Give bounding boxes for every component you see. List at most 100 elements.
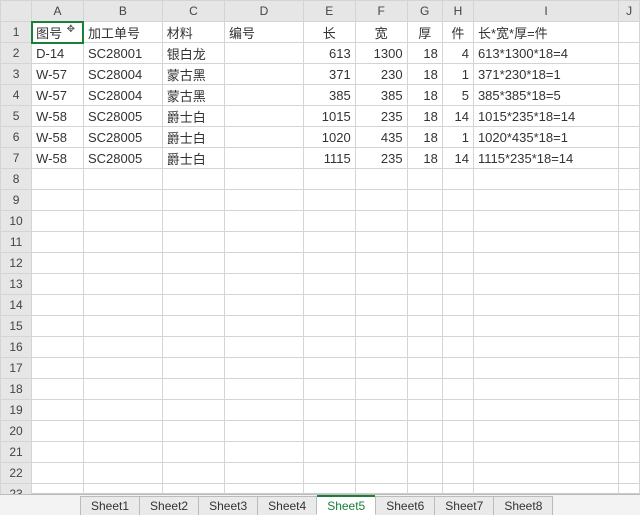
- cell-A13[interactable]: [32, 274, 84, 295]
- cell-B13[interactable]: [83, 274, 162, 295]
- sheet-tab-strip[interactable]: Sheet1Sheet2Sheet3Sheet4Sheet5Sheet6Shee…: [0, 494, 640, 515]
- cell-J7[interactable]: [619, 148, 640, 169]
- row-header-10[interactable]: 10: [1, 211, 32, 232]
- column-header-G[interactable]: G: [407, 1, 442, 22]
- row-header-4[interactable]: 4: [1, 85, 32, 106]
- cell-J1[interactable]: [619, 22, 640, 43]
- cell-E20[interactable]: [303, 421, 355, 442]
- row-header-16[interactable]: 16: [1, 337, 32, 358]
- cell-H11[interactable]: [442, 232, 473, 253]
- cell-I21[interactable]: [473, 442, 618, 463]
- cell-F14[interactable]: [355, 295, 407, 316]
- grid-body[interactable]: 1图号✥加工单号材料编号长宽厚件长*宽*厚=件2D-14SC28001银白龙61…: [1, 22, 640, 505]
- cell-F6[interactable]: 435: [355, 127, 407, 148]
- cell-F9[interactable]: [355, 190, 407, 211]
- cell-F17[interactable]: [355, 358, 407, 379]
- cell-C8[interactable]: [162, 169, 224, 190]
- cell-D7[interactable]: [225, 148, 304, 169]
- cell-A14[interactable]: [32, 295, 84, 316]
- cell-G19[interactable]: [407, 400, 442, 421]
- column-header-B[interactable]: B: [83, 1, 162, 22]
- cell-J9[interactable]: [619, 190, 640, 211]
- cell-C3[interactable]: 蒙古黑: [162, 64, 224, 85]
- cell-D22[interactable]: [225, 463, 304, 484]
- cell-B14[interactable]: [83, 295, 162, 316]
- cell-G11[interactable]: [407, 232, 442, 253]
- cell-I19[interactable]: [473, 400, 618, 421]
- sheet-tab-sheet3[interactable]: Sheet3: [198, 496, 258, 515]
- cell-I20[interactable]: [473, 421, 618, 442]
- cell-E22[interactable]: [303, 463, 355, 484]
- cell-C18[interactable]: [162, 379, 224, 400]
- cell-A22[interactable]: [32, 463, 84, 484]
- cell-A19[interactable]: [32, 400, 84, 421]
- cell-C22[interactable]: [162, 463, 224, 484]
- row-header-2[interactable]: 2: [1, 43, 32, 64]
- cell-I12[interactable]: [473, 253, 618, 274]
- cell-C9[interactable]: [162, 190, 224, 211]
- cell-E16[interactable]: [303, 337, 355, 358]
- cell-C4[interactable]: 蒙古黑: [162, 85, 224, 106]
- cell-I5[interactable]: 1015*235*18=14: [473, 106, 618, 127]
- cell-I10[interactable]: [473, 211, 618, 232]
- cell-C11[interactable]: [162, 232, 224, 253]
- cell-E10[interactable]: [303, 211, 355, 232]
- cell-H9[interactable]: [442, 190, 473, 211]
- cell-C13[interactable]: [162, 274, 224, 295]
- cell-A9[interactable]: [32, 190, 84, 211]
- cell-D19[interactable]: [225, 400, 304, 421]
- cell-G17[interactable]: [407, 358, 442, 379]
- cell-H15[interactable]: [442, 316, 473, 337]
- cell-F18[interactable]: [355, 379, 407, 400]
- cell-F4[interactable]: 385: [355, 85, 407, 106]
- cell-C19[interactable]: [162, 400, 224, 421]
- cell-B5[interactable]: SC28005: [83, 106, 162, 127]
- cell-G7[interactable]: 18: [407, 148, 442, 169]
- cell-G20[interactable]: [407, 421, 442, 442]
- cell-J4[interactable]: [619, 85, 640, 106]
- cell-B8[interactable]: [83, 169, 162, 190]
- cell-I14[interactable]: [473, 295, 618, 316]
- cell-I15[interactable]: [473, 316, 618, 337]
- column-header-H[interactable]: H: [442, 1, 473, 22]
- cell-C6[interactable]: 爵士白: [162, 127, 224, 148]
- cell-J14[interactable]: [619, 295, 640, 316]
- row-header-22[interactable]: 22: [1, 463, 32, 484]
- cell-A17[interactable]: [32, 358, 84, 379]
- cell-E4[interactable]: 385: [303, 85, 355, 106]
- row-header-18[interactable]: 18: [1, 379, 32, 400]
- cell-H18[interactable]: [442, 379, 473, 400]
- cell-B7[interactable]: SC28005: [83, 148, 162, 169]
- row-header-8[interactable]: 8: [1, 169, 32, 190]
- cell-G3[interactable]: 18: [407, 64, 442, 85]
- cell-B22[interactable]: [83, 463, 162, 484]
- cell-F19[interactable]: [355, 400, 407, 421]
- cell-I11[interactable]: [473, 232, 618, 253]
- sheet-tab-sheet6[interactable]: Sheet6: [375, 496, 435, 515]
- row-header-1[interactable]: 1: [1, 22, 32, 43]
- cell-D8[interactable]: [225, 169, 304, 190]
- cell-I22[interactable]: [473, 463, 618, 484]
- sheet-tab-sheet8[interactable]: Sheet8: [493, 496, 553, 515]
- cell-D9[interactable]: [225, 190, 304, 211]
- cell-A21[interactable]: [32, 442, 84, 463]
- sheet-tab-sheet7[interactable]: Sheet7: [434, 496, 494, 515]
- cell-E13[interactable]: [303, 274, 355, 295]
- cell-G6[interactable]: 18: [407, 127, 442, 148]
- cell-A4[interactable]: W-57: [32, 85, 84, 106]
- spreadsheet-grid[interactable]: ABCDEFGHIJ 1图号✥加工单号材料编号长宽厚件长*宽*厚=件2D-14S…: [0, 0, 640, 505]
- cell-I4[interactable]: 385*385*18=5: [473, 85, 618, 106]
- cell-I17[interactable]: [473, 358, 618, 379]
- cell-B3[interactable]: SC28004: [83, 64, 162, 85]
- cell-J10[interactable]: [619, 211, 640, 232]
- cell-C1[interactable]: 材料: [162, 22, 224, 43]
- cell-E3[interactable]: 371: [303, 64, 355, 85]
- row-header-15[interactable]: 15: [1, 316, 32, 337]
- cell-E2[interactable]: 613: [303, 43, 355, 64]
- cell-J22[interactable]: [619, 463, 640, 484]
- row-header-20[interactable]: 20: [1, 421, 32, 442]
- cell-F10[interactable]: [355, 211, 407, 232]
- cell-C14[interactable]: [162, 295, 224, 316]
- cell-G14[interactable]: [407, 295, 442, 316]
- sheet-tab-sheet4[interactable]: Sheet4: [257, 496, 317, 515]
